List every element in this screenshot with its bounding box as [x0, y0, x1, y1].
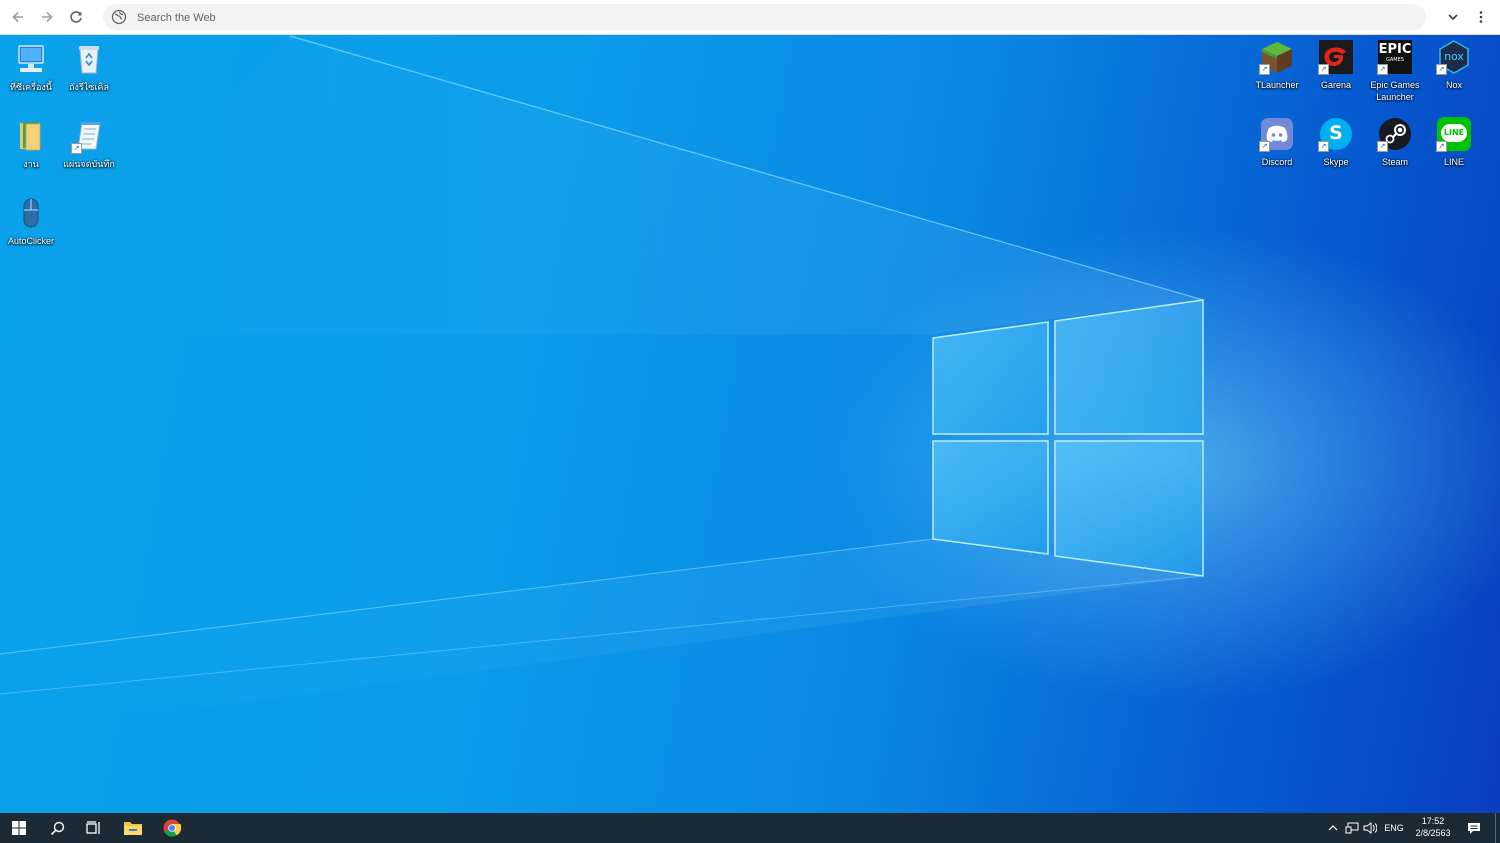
desktop-icon-this-pc[interactable]: ทีซีเครื่องนี้ — [0, 42, 62, 93]
tab-search-button[interactable] — [1441, 5, 1465, 29]
desktop-icon-nox[interactable]: nox ↗ Nox — [1423, 40, 1485, 91]
chevron-down-icon — [1448, 14, 1458, 21]
chrome-button[interactable] — [153, 813, 191, 843]
reload-button[interactable] — [64, 5, 88, 29]
shortcut-arrow-icon: ↗ — [71, 143, 82, 154]
back-arrow-icon — [12, 11, 23, 23]
line-logo-text: LINE — [1443, 128, 1465, 137]
desktop-icon-steam[interactable]: ↗ Steam — [1364, 117, 1426, 168]
desktop-icon-skype[interactable]: S ↗ Skype — [1305, 117, 1367, 168]
reload-icon — [70, 11, 82, 23]
back-button[interactable] — [6, 5, 30, 29]
shortcut-arrow-icon: ↗ — [1259, 141, 1270, 152]
epic-logo-text: EPIC — [1378, 42, 1412, 57]
address-bar[interactable] — [103, 4, 1426, 30]
browser-toolbar — [0, 0, 1500, 35]
search-input[interactable] — [135, 7, 1419, 29]
speaker-icon — [1363, 822, 1377, 834]
desktop-icon-autoclicker[interactable]: AutoClicker — [0, 196, 62, 247]
show-desktop-button[interactable] — [1495, 813, 1500, 843]
desktop-icon-label: Skype — [1323, 157, 1349, 167]
desktop-icon-label: Nox — [1445, 80, 1462, 90]
shortcut-arrow-icon: ↗ — [1259, 64, 1270, 75]
desktop-icon-label: ถังรีไซเคิล — [69, 82, 109, 92]
taskbar: ENG 17:52 2/8/2563 — [0, 813, 1500, 843]
desktop-icon-label: TLauncher — [1255, 80, 1299, 90]
epic-games-icon: EPIC GAMES — [1378, 43, 1412, 64]
folder-icon — [20, 122, 41, 151]
desktop-icon-line[interactable]: LINE ↗ LINE — [1423, 117, 1485, 168]
windows-start-icon — [12, 821, 26, 835]
notification-icon — [1468, 822, 1480, 834]
more-vertical-icon — [1479, 11, 1483, 23]
clock-date: 2/8/2563 — [1415, 828, 1451, 838]
desktop-icon-discord[interactable]: ↗ Discord — [1246, 117, 1308, 168]
task-view-icon — [86, 821, 100, 834]
desktop-icon-label: Steam — [1381, 157, 1408, 167]
language-indicator: ENG — [1384, 823, 1404, 833]
shortcut-arrow-icon: ↗ — [1377, 64, 1388, 75]
show-hidden-icons-button[interactable] — [1326, 820, 1340, 836]
desktop-icon-garena[interactable]: ↗ Garena — [1305, 40, 1367, 91]
desktop-icon-label: LINE — [1443, 157, 1464, 167]
desktop-icon-epic-games[interactable]: EPIC GAMES ↗ Epic Games Launcher — [1364, 40, 1426, 103]
desktop-icon-recycle-bin[interactable]: ถังรีไซเคิล — [58, 42, 120, 93]
clock-time: 17:52 — [1421, 816, 1445, 826]
desktop[interactable]: ทีซีเครื่องนี้ ถังรีไซเคิล งาน ↗ แผ่นจดบ… — [0, 34, 1500, 813]
shortcut-arrow-icon: ↗ — [1436, 141, 1447, 152]
epic-logo-subtext: GAMES — [1386, 57, 1404, 63]
desktop-icon-label: แผ่นจดบันทึก — [63, 159, 115, 169]
recycle-bin-icon — [79, 46, 99, 74]
shortcut-arrow-icon: ↗ — [1318, 64, 1329, 75]
network-button[interactable] — [1343, 820, 1361, 836]
taskbar-search-button[interactable] — [38, 813, 76, 843]
start-button[interactable] — [0, 813, 38, 843]
forward-button[interactable] — [35, 5, 59, 29]
volume-button[interactable] — [1361, 820, 1379, 836]
search-icon — [50, 821, 64, 835]
desktop-icon-label: Discord — [1261, 157, 1293, 167]
desktop-icon-label: ทีซีเครื่องนี้ — [10, 82, 52, 92]
desktop-icon-work-folder[interactable]: งาน — [0, 119, 62, 170]
forward-arrow-icon — [42, 11, 53, 23]
input-language-button[interactable]: ENG — [1381, 820, 1407, 836]
globe-icon — [111, 9, 127, 25]
action-center-button[interactable] — [1464, 820, 1484, 836]
desktop-icon-tlauncher[interactable]: ↗ TLauncher — [1246, 40, 1308, 91]
browser-menu-button[interactable] — [1469, 5, 1493, 29]
nox-logo-text: nox — [1444, 50, 1464, 63]
computer-icon — [18, 45, 44, 72]
desktop-icon-label: Garena — [1320, 80, 1352, 90]
mouse-icon — [23, 198, 39, 228]
task-view-button[interactable] — [75, 813, 113, 843]
desktop-icon-label: AutoClicker — [7, 236, 54, 246]
desktop-icon-label: งาน — [23, 159, 39, 169]
file-explorer-icon — [124, 822, 142, 835]
chevron-up-icon — [1328, 825, 1338, 831]
desktop-icon-notepad[interactable]: ↗ แผ่นจดบันทึก — [58, 119, 120, 170]
shortcut-arrow-icon: ↗ — [1318, 141, 1329, 152]
network-icon — [1345, 822, 1359, 834]
file-explorer-button[interactable] — [114, 813, 152, 843]
desktop-icon-label: Epic Games Launcher — [1370, 80, 1420, 102]
chrome-icon — [163, 819, 181, 837]
shortcut-arrow-icon: ↗ — [1377, 141, 1388, 152]
clock[interactable]: 17:52 2/8/2563 — [1408, 815, 1458, 839]
shortcut-arrow-icon: ↗ — [1436, 64, 1447, 75]
